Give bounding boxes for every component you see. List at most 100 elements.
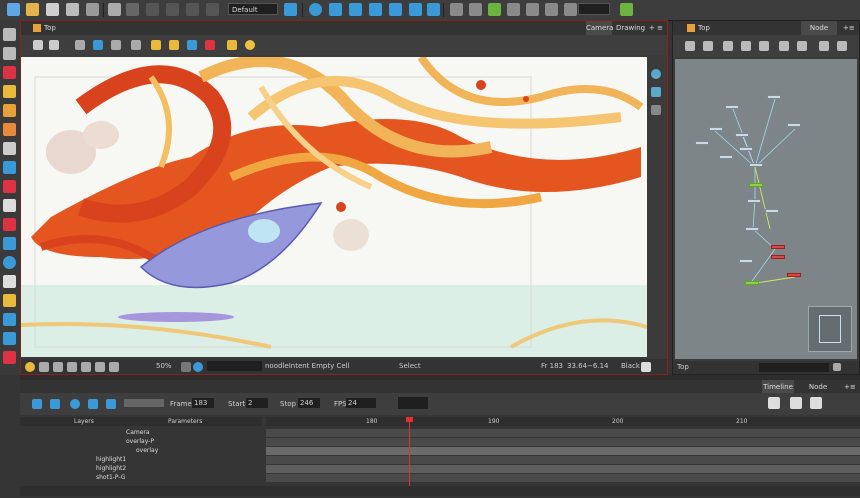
toggle-icon-3[interactable] [810, 397, 822, 409]
field-guide-icon[interactable] [111, 40, 121, 50]
light-table-icon[interactable] [329, 3, 342, 16]
distribute-icon[interactable] [545, 3, 558, 16]
color-combo[interactable] [578, 3, 610, 15]
settings-gear-icon[interactable] [49, 40, 59, 50]
tab-drawing[interactable]: Drawing [616, 21, 645, 35]
color-field[interactable] [207, 361, 262, 371]
contour-tool-icon[interactable] [3, 47, 16, 60]
stop-field[interactable]: 246 [298, 398, 320, 408]
graph-node[interactable] [735, 133, 749, 137]
layer-row[interactable]: highlight1 [20, 456, 262, 464]
frame-track[interactable] [266, 429, 860, 437]
delete-icon[interactable] [206, 3, 219, 16]
tab-timeline[interactable]: Timeline [762, 380, 794, 394]
tab-node-library[interactable]: Node Library [798, 380, 838, 405]
pose-icon[interactable] [349, 3, 362, 16]
node-tool-icon-7[interactable] [797, 41, 807, 51]
save-icon[interactable] [46, 3, 59, 16]
add-view-icon[interactable]: +≡ [843, 21, 855, 35]
ungroup-icon[interactable] [469, 3, 482, 16]
graph-node[interactable] [725, 105, 739, 109]
safe-area-icon[interactable] [93, 40, 103, 50]
brush-green-icon[interactable] [620, 3, 633, 16]
toggle-icon-1[interactable] [768, 397, 780, 409]
frame-field[interactable]: 183 [192, 398, 214, 408]
bone-icon[interactable] [389, 3, 402, 16]
graph-node[interactable] [771, 245, 785, 249]
graph-node[interactable] [739, 147, 753, 151]
node-tool-icon-5[interactable] [759, 41, 769, 51]
playhead-marker[interactable] [406, 417, 413, 422]
dropper-tool-icon[interactable] [3, 199, 16, 212]
frame-track[interactable] [266, 465, 860, 473]
play-selection-icon[interactable] [50, 399, 60, 409]
deform-icon[interactable] [369, 3, 382, 16]
frame-icon[interactable] [67, 362, 77, 372]
graph-node[interactable] [771, 255, 785, 259]
layer-row[interactable]: overlay-P [20, 438, 262, 446]
lock-icon[interactable] [151, 40, 161, 50]
graph-node[interactable] [747, 199, 761, 203]
ik-icon[interactable] [409, 3, 422, 16]
preview-icon[interactable] [39, 362, 49, 372]
bg-toggle-icon[interactable] [641, 362, 651, 372]
navigator-viewport[interactable] [819, 315, 841, 343]
layer-row[interactable]: Camera [20, 429, 262, 437]
graph-node[interactable] [709, 127, 723, 131]
workspace-select[interactable]: Default [228, 3, 278, 15]
layer-row[interactable]: shot1-P-G [20, 474, 262, 482]
paint-tool-icon[interactable] [3, 180, 16, 193]
morph-tool-icon[interactable] [3, 256, 16, 269]
zoom-tool-icon[interactable] [3, 313, 16, 326]
graph-node[interactable] [767, 95, 781, 99]
redo-icon[interactable] [126, 3, 139, 16]
pencil-tool-icon[interactable] [3, 85, 16, 98]
keyframe-combo[interactable] [398, 397, 428, 409]
camera-icon[interactable] [95, 362, 105, 372]
node-tool-icon-9[interactable] [837, 41, 847, 51]
tab-node-view[interactable]: Node View [801, 21, 837, 46]
light-icon[interactable] [245, 40, 255, 50]
graph-node[interactable] [739, 259, 753, 263]
node-tool-icon-1[interactable] [685, 41, 695, 51]
graph-node[interactable] [765, 209, 779, 213]
select-tool-icon[interactable] [3, 28, 16, 41]
feather-tool-icon[interactable] [3, 332, 16, 345]
unlock-icon[interactable] [169, 40, 179, 50]
graph-node[interactable] [745, 281, 759, 285]
frame-track[interactable] [266, 456, 860, 464]
node-tool-icon-4[interactable] [741, 41, 751, 51]
fps-select[interactable]: 24 [346, 398, 376, 408]
monitor-icon[interactable] [81, 362, 91, 372]
node-link-icon[interactable] [488, 3, 501, 16]
sound-icon[interactable] [88, 399, 98, 409]
cut-node-icon[interactable] [507, 3, 520, 16]
reset-rotation-icon[interactable] [651, 105, 661, 115]
peg-icon[interactable] [427, 3, 440, 16]
graph-node[interactable] [787, 273, 801, 277]
onion-skin-icon[interactable] [309, 3, 322, 16]
layer-row[interactable]: highlight2 [20, 465, 262, 473]
add-view-icon[interactable]: +≡ [844, 380, 856, 394]
canvas-artwork[interactable] [21, 57, 647, 357]
node-navigator[interactable] [808, 306, 852, 352]
graph-node[interactable] [787, 123, 801, 127]
graph-node[interactable] [695, 141, 709, 145]
frame-track[interactable] [266, 447, 860, 455]
rotate-view-icon[interactable] [651, 69, 661, 79]
light-bulb-icon[interactable] [25, 362, 35, 372]
color-wheel-icon[interactable] [193, 362, 203, 372]
eraser-tool-icon[interactable] [3, 104, 16, 117]
playback-speed-slider[interactable] [124, 399, 164, 407]
smooth-tool-icon[interactable] [3, 237, 16, 250]
workspace-save-icon[interactable] [284, 3, 297, 16]
copy-icon[interactable] [166, 3, 179, 16]
mask-icon[interactable] [131, 40, 141, 50]
open-folder-icon[interactable] [26, 3, 39, 16]
search-icon[interactable] [833, 363, 841, 371]
transform-tool-icon[interactable] [3, 294, 16, 307]
frame-ruler[interactable]: 180 190 200 210 [266, 417, 860, 426]
render-icon[interactable] [53, 362, 63, 372]
hand-tool-icon[interactable] [3, 275, 16, 288]
play-icon[interactable] [32, 399, 42, 409]
